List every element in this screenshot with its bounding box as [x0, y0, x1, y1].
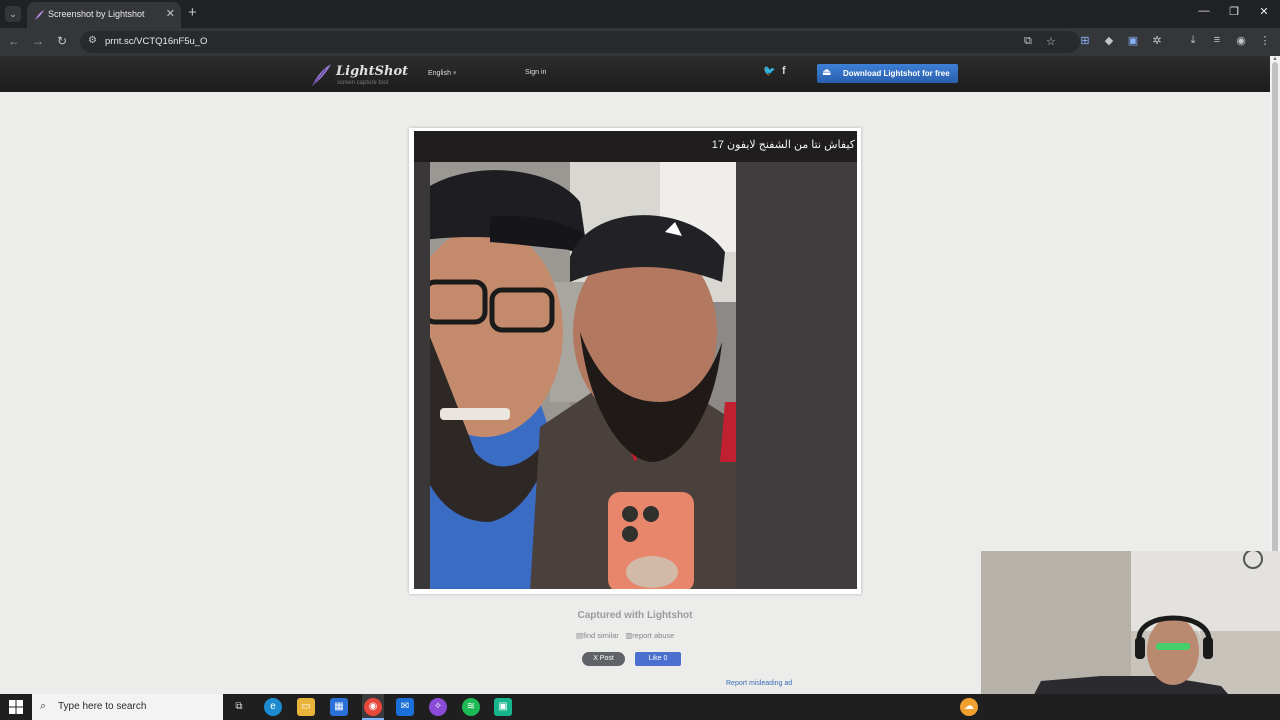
forward-arrow-icon[interactable]: →	[30, 34, 46, 48]
site-info-icon[interactable]: ⚙	[88, 35, 97, 46]
address-url[interactable]: prnt.sc/VCTQ16nF5u_O	[105, 36, 207, 47]
browser-toolbar: ← → ↻ ⚙ prnt.sc/VCTQ16nF5u_O ⧉ ☆ ⊞ ◆ ▣ ✲…	[0, 28, 1280, 56]
language-label: English	[428, 70, 451, 77]
download-icon: ⏏	[822, 67, 832, 78]
feather-icon	[312, 64, 331, 86]
tab-title: Screenshot by Lightshot	[48, 9, 145, 19]
sign-in-link[interactable]: Sign in	[525, 69, 546, 76]
logo-title: LightShot	[336, 64, 409, 79]
image-actions: ▤ find similar ▥ report abuse	[576, 631, 674, 640]
tab-search-button[interactable]: ⌄	[5, 6, 21, 22]
lightshot-logo[interactable]: LightShot screen capture tool	[310, 62, 410, 88]
logo-subtitle: screen capture tool	[337, 80, 389, 86]
spotify-icon[interactable]: ≋	[462, 698, 480, 716]
task-view-icon[interactable]: ⧉	[230, 698, 248, 716]
address-bar[interactable]: ⚙ prnt.sc/VCTQ16nF5u_O ⧉ ☆	[80, 31, 1080, 53]
weather-widget-icon[interactable]: ☁	[960, 698, 978, 716]
profile-avatar-icon[interactable]: ◉	[1233, 34, 1249, 47]
find-similar-link[interactable]: find similar	[583, 631, 619, 640]
lightshot-header: LightShot screen capture tool English ▾ …	[0, 56, 1270, 92]
taskbar-search-placeholder: Type here to search	[58, 701, 147, 712]
screenshot-image[interactable]: كيفاش نتا من الشفنج لايفون 17	[414, 131, 857, 589]
media-app-icon[interactable]: ▣	[494, 698, 512, 716]
file-explorer-icon[interactable]: ▭	[297, 698, 315, 716]
screenshot-caption-bar: كيفاش نتا من الشفنج لايفون 17	[414, 131, 857, 162]
chevron-down-icon: ▾	[450, 70, 457, 77]
report-misleading-ad-link[interactable]: Report misleading ad	[726, 680, 792, 687]
close-tab-icon[interactable]: ✕	[166, 7, 175, 20]
facebook-like-button[interactable]: Like 0	[635, 652, 681, 666]
download-button-label: Download Lightshot for free	[843, 69, 950, 78]
search-icon: ⌕	[40, 700, 47, 712]
restore-window-button[interactable]: ❐	[1224, 5, 1244, 18]
chrome-icon[interactable]: ◉	[364, 698, 382, 716]
reload-icon[interactable]: ↻	[54, 34, 70, 48]
download-lightshot-button[interactable]: ⏏ Download Lightshot for free	[817, 64, 958, 83]
lightshot-favicon-icon	[35, 10, 44, 20]
x-post-button[interactable]: X Post	[582, 652, 625, 666]
extension-diamond-icon[interactable]: ◆	[1101, 34, 1117, 47]
extensions-puzzle-icon[interactable]: ✲	[1149, 34, 1165, 47]
browser-tab-bar: ⌄ Screenshot by Lightshot ✕ + — ❐ ✕	[0, 0, 1280, 28]
video-frame-photo	[430, 162, 736, 589]
chrome-menu-icon[interactable]: ⋮	[1257, 34, 1273, 47]
windows-taskbar: ⌕ Type here to search ⧉ e ▭ ▦ ◉ ✉ ✧ ≋ ▣ …	[0, 694, 1280, 720]
screenshot-caption: كيفاش نتا من الشفنج لايفون 17	[711, 139, 855, 151]
taskbar-search-box[interactable]: ⌕ Type here to search	[32, 694, 223, 720]
downloads-icon[interactable]: ⤓	[1185, 34, 1201, 47]
reading-list-icon[interactable]: ≡	[1209, 34, 1225, 46]
edge-browser-icon[interactable]: e	[264, 698, 282, 716]
tab-screenshot-by-lightshot[interactable]: Screenshot by Lightshot ✕	[27, 2, 181, 28]
close-window-button[interactable]: ✕	[1254, 5, 1274, 18]
messenger-icon[interactable]: ✧	[429, 698, 447, 716]
microsoft-store-icon[interactable]: ▦	[330, 698, 348, 716]
image-icon: ▤	[576, 631, 584, 640]
bookmark-star-icon[interactable]: ☆	[1046, 35, 1056, 48]
windows-start-icon[interactable]	[9, 700, 23, 714]
translate-extension-icon[interactable]: ⊞	[1077, 34, 1093, 47]
extension-box-icon[interactable]: ▣	[1125, 34, 1141, 47]
twitter-icon[interactable]: 🐦	[763, 66, 775, 77]
mail-app-icon[interactable]: ✉	[396, 698, 414, 716]
new-tab-button[interactable]: +	[188, 4, 197, 21]
facebook-icon[interactable]: f	[782, 65, 786, 77]
flag-icon: ▥	[621, 631, 633, 640]
video-side-panel	[736, 162, 857, 589]
minimize-window-button[interactable]: —	[1194, 5, 1214, 17]
report-abuse-link[interactable]: report abuse	[632, 631, 674, 640]
install-app-icon[interactable]: ⧉	[1024, 35, 1032, 48]
back-arrow-icon[interactable]: ←	[6, 34, 22, 48]
screenshot-frame: كيفاش نتا من الشفنج لايفون 17	[409, 128, 861, 594]
language-selector[interactable]: English ▾	[428, 69, 456, 77]
two-men-selfie-photo	[430, 162, 736, 589]
